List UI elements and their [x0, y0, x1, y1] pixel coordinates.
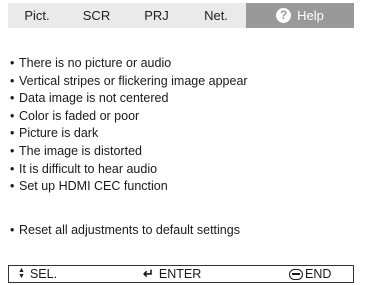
bullet: •: [10, 179, 15, 194]
key-guide-bar: ▲ ▼ SEL. ↵ ENTER END: [8, 265, 354, 283]
bullet: •: [10, 143, 15, 158]
end-hint: END: [289, 266, 331, 282]
question-icon: ?: [276, 8, 292, 23]
bullet: •: [10, 73, 15, 88]
tab-scr[interactable]: SCR: [66, 3, 127, 28]
bullet: •: [10, 91, 15, 106]
menu-button-icon: [289, 268, 303, 280]
reset-settings-label: Reset all adjustments to default setting…: [19, 223, 240, 237]
list-item-label: Data image is not centered: [19, 91, 169, 106]
tab-help[interactable]: ? Help: [246, 3, 354, 28]
list-item[interactable]: • Picture is dark: [10, 125, 248, 143]
menu-tab-bar: Pict. SCR PRJ Net. ? Help: [8, 3, 354, 28]
list-item[interactable]: • The image is distorted: [10, 143, 248, 161]
tab-prj[interactable]: PRJ: [127, 3, 186, 28]
enter-hint-label: ENTER: [158, 267, 202, 281]
list-item[interactable]: • There is no picture or audio: [10, 55, 248, 73]
list-item[interactable]: • Data image is not centered: [10, 90, 248, 108]
select-hint-label: SEL.: [29, 267, 58, 281]
enter-arrow-icon: ↵: [143, 266, 154, 281]
bullet: •: [10, 161, 15, 176]
up-down-arrow-icon: ▲ ▼: [18, 267, 25, 280]
list-item[interactable]: • Set up HDMI CEC function: [10, 178, 248, 196]
reset-settings-item[interactable]: • Reset all adjustments to default settin…: [10, 222, 240, 239]
tab-pict[interactable]: Pict.: [8, 3, 66, 28]
help-topic-list: • There is no picture or audio • Vertical …: [10, 55, 248, 196]
list-item-label: Vertical stripes or flickering image app…: [19, 73, 248, 88]
help-menu-screen: Pict. SCR PRJ Net. ? Help • There is no p…: [0, 0, 369, 285]
list-item-label: Set up HDMI CEC function: [19, 179, 168, 194]
list-item-label: Picture is dark: [19, 126, 99, 141]
list-item[interactable]: • It is difficult to hear audio: [10, 161, 248, 179]
tab-help-label: Help: [297, 8, 324, 23]
list-item-label: There is no picture or audio: [19, 56, 172, 70]
list-item-label: It is difficult to hear audio: [19, 161, 158, 176]
bullet: •: [10, 108, 15, 123]
enter-hint: ↵ ENTER: [143, 266, 201, 282]
select-hint: ▲ ▼ SEL.: [18, 266, 57, 282]
tab-net[interactable]: Net.: [186, 3, 246, 28]
list-item[interactable]: • Vertical stripes or flickering image ap…: [10, 73, 248, 91]
bullet: •: [10, 223, 15, 237]
bullet: •: [10, 56, 15, 70]
list-item[interactable]: • Color is faded or poor: [10, 108, 248, 126]
list-item-label: The image is distorted: [19, 143, 142, 158]
list-item-label: Color is faded or poor: [19, 108, 140, 123]
bullet: •: [10, 126, 15, 141]
end-hint-label: END: [305, 267, 332, 281]
